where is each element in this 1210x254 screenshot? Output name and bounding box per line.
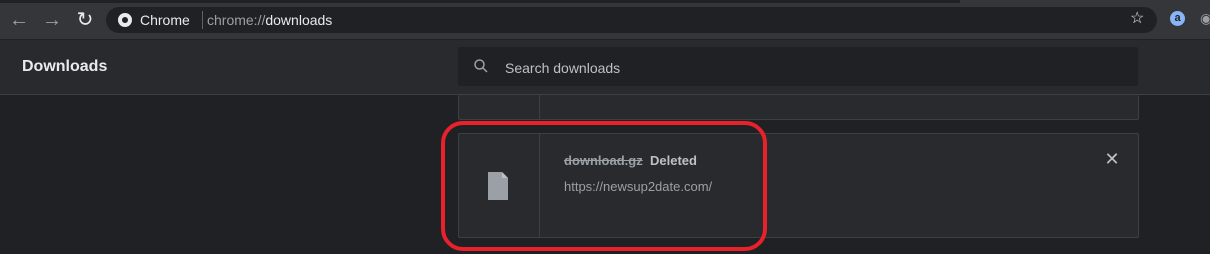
tab-strip [0, 0, 960, 3]
reload-icon[interactable]: ↻ [74, 9, 96, 31]
page-title: Downloads [22, 58, 108, 75]
address-url: chrome://downloads [207, 12, 332, 28]
forward-icon[interactable]: → [41, 9, 63, 31]
site-label: Chrome [140, 12, 190, 28]
card-divider [539, 134, 540, 237]
source-url[interactable]: https://newsup2date.com/ [564, 179, 712, 194]
url-scheme: chrome:// [207, 12, 266, 28]
download-status: Deleted [650, 153, 697, 168]
search-icon [474, 59, 488, 73]
browser-toolbar: ← → ↻ Chrome chrome://downloads ☆ a ◉ [0, 0, 1210, 40]
extension-icon-partial[interactable]: ◉ [1200, 10, 1210, 27]
extension-icon[interactable]: a [1170, 11, 1185, 26]
download-card-previous [458, 95, 1139, 120]
download-card: download.gz Deleted https://newsup2date.… [458, 133, 1139, 238]
downloads-header: Downloads [0, 40, 1210, 95]
file-icon [488, 172, 508, 200]
chrome-icon [118, 13, 132, 27]
bookmark-star-icon[interactable]: ☆ [1130, 8, 1144, 30]
search-box[interactable] [458, 47, 1138, 88]
search-input[interactable] [503, 47, 1127, 88]
remove-from-list-button[interactable]: ✕ [1103, 150, 1121, 168]
back-icon[interactable]: ← [8, 9, 30, 31]
file-name[interactable]: download.gz [564, 153, 643, 168]
url-host: downloads [265, 12, 333, 28]
address-separator [202, 11, 203, 29]
address-bar[interactable]: Chrome chrome://downloads [106, 7, 1157, 33]
card-divider [539, 95, 540, 119]
